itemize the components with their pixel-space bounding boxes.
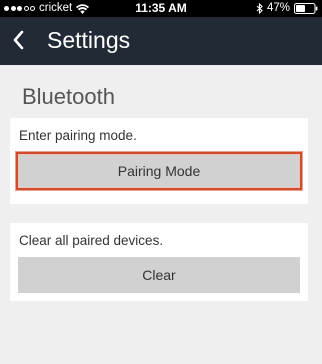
battery-percent: 47% xyxy=(266,2,290,14)
section-title: Bluetooth xyxy=(22,84,115,109)
bluetooth-icon xyxy=(256,3,263,14)
clear-card: Clear all paired devices. Clear xyxy=(10,223,308,301)
status-right: 47% xyxy=(256,2,318,15)
settings-screen: cricket 11:35 AM 47% Settings Bluetooth … xyxy=(0,0,322,364)
pairing-card: Enter pairing mode. Pairing Mode xyxy=(10,118,308,204)
battery-icon xyxy=(294,3,318,14)
navigation-bar: Settings xyxy=(0,17,322,65)
chevron-left-icon[interactable] xyxy=(11,29,25,51)
pairing-label: Enter pairing mode. xyxy=(19,128,137,143)
status-bar: cricket 11:35 AM 47% xyxy=(0,0,322,17)
clear-label: Clear all paired devices. xyxy=(19,233,164,248)
pairing-mode-button[interactable]: Pairing Mode xyxy=(16,152,302,190)
clear-button[interactable]: Clear xyxy=(18,257,300,293)
page-title: Settings xyxy=(47,27,131,53)
